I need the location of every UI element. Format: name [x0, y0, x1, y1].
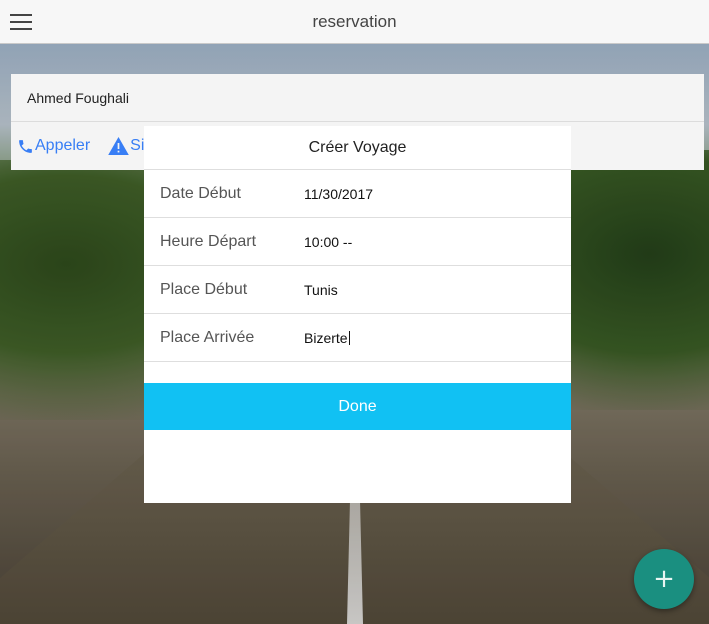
place-arrivee-label: Place Arrivée [160, 328, 255, 346]
report-button[interactable]: Si [108, 137, 144, 155]
call-button[interactable]: Appeler [17, 137, 90, 155]
warning-icon [108, 137, 129, 155]
place-debut-input[interactable]: Tunis [304, 282, 338, 298]
place-debut-label: Place Début [160, 280, 248, 298]
date-debut-input[interactable]: 11/30/2017 [304, 186, 373, 202]
page-title: reservation [312, 11, 397, 31]
create-trip-modal: Créer Voyage Date Début 11/30/2017 Heure… [144, 126, 571, 503]
place-arrivee-value: Bizerte [304, 329, 348, 346]
date-debut-row: Date Début 11/30/2017 [144, 170, 571, 218]
report-label: Si [130, 137, 145, 154]
place-debut-row: Place Début Tunis [144, 266, 571, 314]
app-header: reservation [0, 0, 709, 44]
place-arrivee-row: Place Arrivée Bizerte [144, 314, 571, 362]
hamburger-menu-icon[interactable] [10, 13, 32, 31]
phone-icon [19, 139, 32, 153]
contact-name: Ahmed Foughali [11, 74, 704, 122]
add-button[interactable]: + [634, 549, 694, 609]
modal-title: Créer Voyage [144, 126, 571, 170]
text-caret [348, 330, 350, 345]
heure-depart-input[interactable]: 10:00 -- [304, 234, 352, 250]
done-button[interactable]: Done [144, 383, 571, 430]
date-debut-label: Date Début [160, 184, 241, 202]
place-arrivee-input[interactable]: Bizerte [304, 330, 350, 346]
call-label: Appeler [35, 137, 91, 154]
heure-depart-row: Heure Départ 10:00 -- [144, 218, 571, 266]
heure-depart-label: Heure Départ [160, 232, 257, 250]
add-icon: + [653, 564, 675, 594]
